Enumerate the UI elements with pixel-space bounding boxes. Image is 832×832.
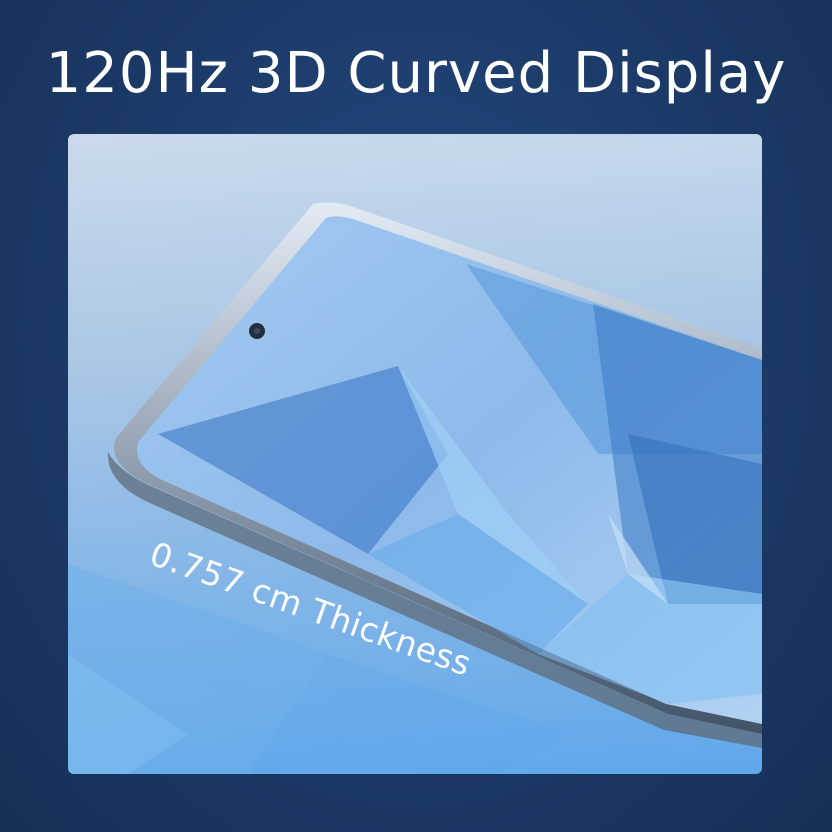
headline: 120Hz 3D Curved Display	[45, 41, 787, 106]
phone-illustration	[68, 134, 762, 774]
product-image-panel	[68, 134, 762, 774]
